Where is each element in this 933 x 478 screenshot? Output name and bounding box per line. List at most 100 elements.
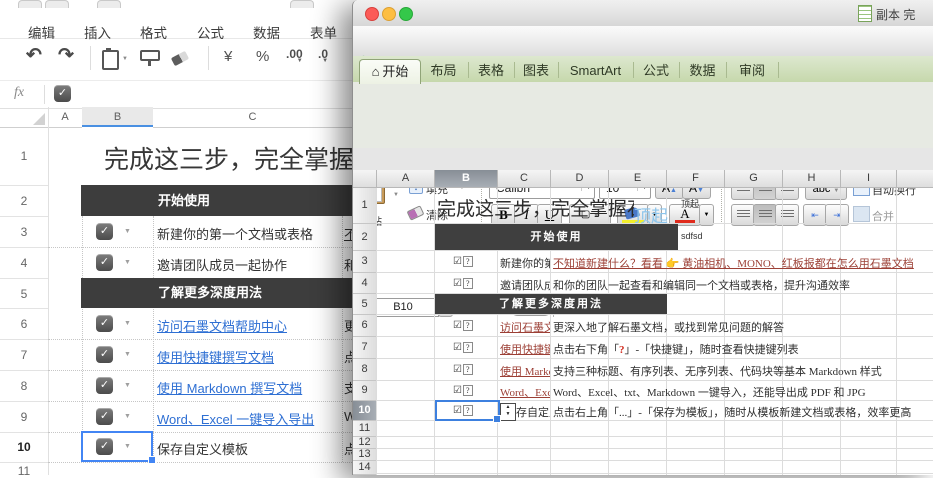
undo-icon[interactable]: ↶	[26, 44, 42, 67]
bg-col-header-c[interactable]: C	[153, 107, 352, 128]
close-button[interactable]	[365, 7, 379, 21]
col-header-j[interactable]	[897, 170, 933, 188]
bg-row-number[interactable]: 4	[0, 256, 48, 270]
bg-title-cell[interactable]: 完成这三步，完全掌握石墨表格	[104, 140, 352, 174]
row-header[interactable]: 4	[353, 273, 377, 294]
paste-format-caret-icon[interactable]: ▼	[122, 56, 128, 62]
row-header[interactable]: 2	[353, 224, 377, 251]
bg-row-number[interactable]: 9	[0, 410, 48, 424]
redo-icon[interactable]: ↷	[58, 44, 74, 67]
chevron-down-icon[interactable]: ▼	[124, 259, 131, 266]
row-header[interactable]: 7	[353, 337, 377, 359]
fill-handle[interactable]	[493, 415, 501, 423]
cell-c10[interactable]: 存自定义模	[516, 404, 550, 420]
bg-selected-cell-outline[interactable]	[81, 431, 153, 462]
cell-b8-checkbox[interactable]: ☑?	[453, 363, 473, 375]
cell-b1-title[interactable]: 完成这三步，完全掌握石墨表格	[437, 194, 634, 221]
cell-section-start[interactable]: 开始使用	[435, 224, 678, 250]
cell-d9[interactable]: Word、Excel、txt、Markdown 一键导入，还能导出成 PDF 和…	[553, 384, 866, 400]
bg-row-number[interactable]: 3	[0, 225, 48, 239]
row-header[interactable]: 8	[353, 359, 377, 381]
checkbox[interactable]: ✓	[96, 254, 113, 271]
bg-task-link[interactable]: 使用 Markdown 撰写文档	[157, 378, 302, 397]
cell-c3[interactable]: 新建你的第一	[500, 255, 550, 271]
cell-f2[interactable]: sdfsd	[681, 231, 703, 241]
cell-b6-checkbox[interactable]: ☑?	[453, 319, 473, 331]
top-tab-chip[interactable]	[18, 0, 42, 8]
paste-caret-icon[interactable]: ▼	[393, 192, 399, 198]
row-header[interactable]: 1	[353, 188, 377, 224]
cell-d3-link[interactable]: 不知道新建什么？看看 👉 黄油相机、MONO、红板报都在怎么用石墨文档	[553, 255, 914, 271]
chevron-down-icon[interactable]: ▼	[124, 413, 131, 420]
decrease-decimal-icon[interactable]: .0▼	[318, 47, 328, 64]
cell-d6[interactable]: 更深入地了解石墨文档，或找到常见问题的解答	[553, 319, 784, 335]
tab-tables[interactable]: 表格	[468, 60, 514, 82]
cell-b9-checkbox[interactable]: ☑?	[453, 384, 473, 396]
tab-data[interactable]: 数据	[679, 60, 726, 82]
chevron-down-icon[interactable]: ▼	[124, 320, 131, 327]
row-header[interactable]: 9	[353, 381, 377, 401]
cell-c9-link[interactable]: Word、Excel 一	[500, 384, 550, 400]
selected-cell-outline[interactable]	[435, 400, 500, 421]
top-tab-chip[interactable]	[290, 0, 314, 8]
checkbox[interactable]: ✓	[96, 346, 113, 363]
chevron-down-icon[interactable]: ▼	[124, 228, 131, 235]
top-tab-chip[interactable]	[97, 0, 121, 8]
sheet-corner[interactable]	[353, 170, 377, 188]
row-header[interactable]: 11	[353, 421, 377, 437]
col-header-b[interactable]: B	[435, 170, 498, 188]
col-header-f[interactable]: F	[667, 170, 725, 188]
tab-review[interactable]: 审阅	[726, 60, 778, 82]
bg-row-number[interactable]: 5	[0, 287, 48, 301]
cell-b3-checkbox[interactable]: ☑?	[453, 255, 473, 267]
row-header[interactable]: 13	[353, 449, 377, 461]
bg-row-number[interactable]: 7	[0, 348, 48, 362]
row-header[interactable]: 6	[353, 315, 377, 337]
bg-corner-cell[interactable]	[0, 107, 49, 128]
bg-row-number[interactable]: 1	[0, 149, 48, 163]
checkbox[interactable]: ✓	[96, 408, 113, 425]
row-header[interactable]: 3	[353, 251, 377, 273]
cell-c6-link[interactable]: 访问石墨文档	[500, 319, 550, 335]
checkbox[interactable]: ✓	[96, 315, 113, 332]
increase-decimal-icon[interactable]: .00▼	[286, 47, 303, 64]
tab-smartart[interactable]: SmartArt	[558, 60, 633, 82]
bg-section-start[interactable]: 开始使用	[81, 185, 361, 216]
bg-col-header-b[interactable]: B	[82, 107, 153, 127]
cell-d4[interactable]: 和你的团队一起查看和编辑同一个文档或表格，提升沟通效率	[553, 277, 850, 293]
title-bar[interactable]: 副本 完	[353, 0, 933, 27]
tab-home[interactable]: ⌂开始	[359, 59, 421, 84]
bg-task-label[interactable]: 新建你的第一个文档或表格	[157, 224, 313, 243]
percent-format-icon[interactable]: %	[256, 48, 269, 65]
paste-format-icon[interactable]	[102, 50, 119, 70]
bg-row-number[interactable]: 11	[0, 464, 48, 478]
col-header-d[interactable]: D	[551, 170, 609, 188]
bg-fill-handle[interactable]	[148, 456, 156, 464]
paint-format-icon[interactable]	[140, 50, 160, 61]
checkbox[interactable]: ✓	[96, 223, 113, 240]
row-header[interactable]: 5	[353, 294, 377, 315]
cell-d8[interactable]: 支持三种标题、有序列表、无序列表、代码块等基本 Markdown 样式	[553, 363, 882, 379]
chevron-down-icon[interactable]: ▼	[124, 382, 131, 389]
cell-c4[interactable]: 邀请团队成员	[500, 277, 550, 293]
cell-section-more[interactable]: 了解更多深度用法	[435, 294, 667, 314]
bg-col-header-a[interactable]: A	[48, 107, 82, 128]
merge-icon[interactable]	[853, 206, 870, 222]
chevron-down-icon[interactable]: ▼	[124, 351, 131, 358]
col-header-c[interactable]: C	[498, 170, 551, 188]
currency-format-icon[interactable]: ¥	[224, 48, 232, 65]
bg-task-link[interactable]: Word、Excel 一键导入导出	[157, 409, 314, 428]
minimize-button[interactable]	[382, 7, 396, 21]
zoom-button[interactable]	[399, 7, 413, 21]
top-tab-chip[interactable]	[45, 0, 69, 8]
bg-task-link[interactable]: 访问石墨文档帮助中心	[157, 316, 287, 335]
bg-section-more[interactable]: 了解更多深度用法	[81, 278, 361, 308]
cell-b7-checkbox[interactable]: ☑?	[453, 341, 473, 353]
row-header-selected[interactable]: 10	[353, 401, 377, 421]
col-header-g[interactable]: G	[725, 170, 783, 188]
cell-f1[interactable]: 顶起	[681, 197, 699, 210]
bg-task-label[interactable]: 保存自定义模板	[157, 439, 248, 458]
tab-charts[interactable]: 图表	[514, 60, 558, 82]
bg-row-number[interactable]: 10	[0, 440, 48, 454]
checkbox[interactable]: ✓	[96, 377, 113, 394]
